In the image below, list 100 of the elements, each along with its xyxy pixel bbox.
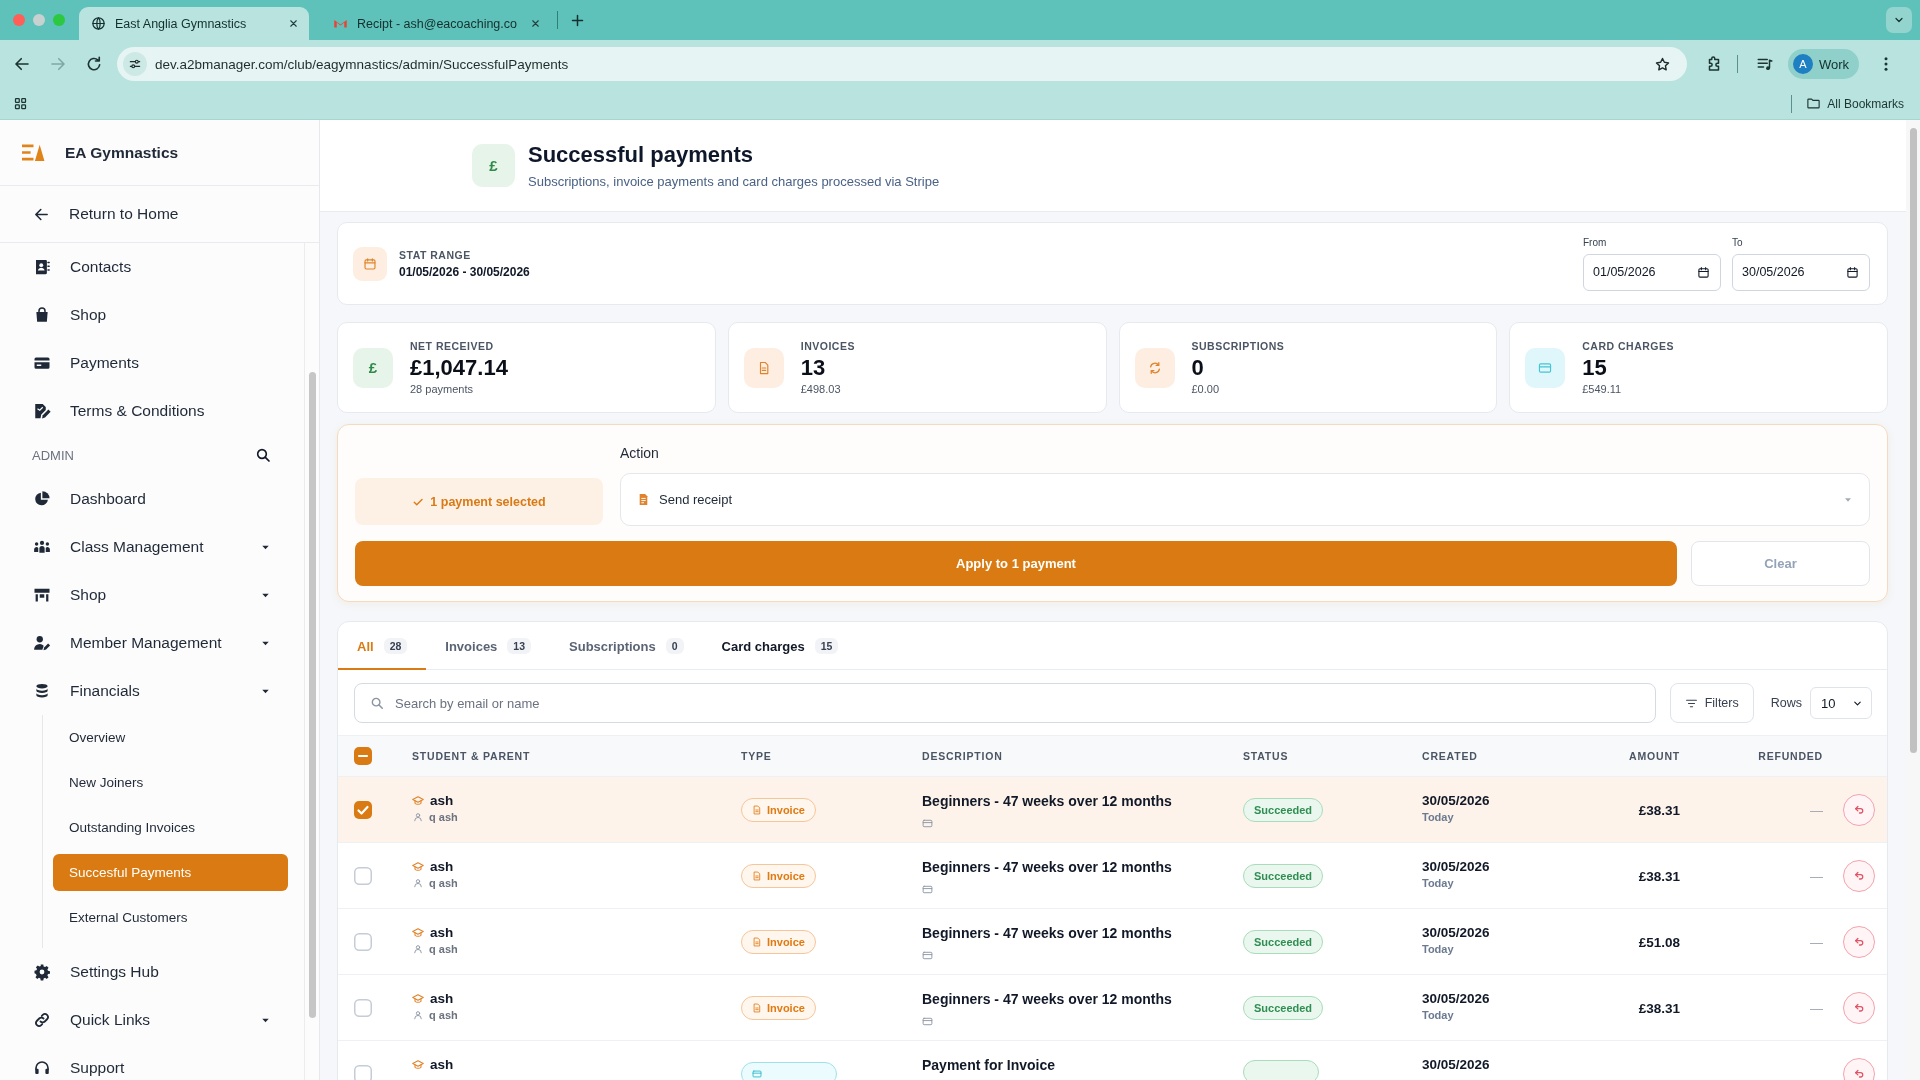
refund-button[interactable] [1843, 925, 1875, 958]
status-tag: Succeeded [1243, 797, 1324, 822]
action-select[interactable]: Send receipt [620, 473, 1870, 526]
row-checkbox[interactable] [354, 1064, 372, 1080]
reload-icon[interactable] [85, 55, 103, 73]
bookmarks-button[interactable]: All Bookmarks [1802, 96, 1908, 111]
user-icon [413, 944, 423, 954]
document-icon [752, 870, 762, 881]
nav-item[interactable]: Financials [0, 667, 304, 715]
filters-button[interactable]: Filters [1669, 683, 1754, 723]
refund-button[interactable] [1843, 1057, 1875, 1080]
search-icon[interactable] [255, 447, 271, 463]
stat-value: 13 [800, 355, 827, 381]
site-settings-icon[interactable] [123, 52, 147, 76]
calendar-icon[interactable] [1697, 265, 1710, 279]
sub-nav-item[interactable]: External Customers [53, 899, 288, 936]
action-label: Action [620, 444, 660, 463]
close-icon[interactable] [288, 18, 299, 29]
row-checkbox[interactable] [354, 800, 372, 819]
row-checkbox[interactable] [354, 866, 372, 885]
stat-detail: 28 payments [410, 382, 474, 395]
nav-item[interactable]: Quick Links [0, 996, 304, 1044]
stat-detail: £0.00 [1191, 382, 1221, 395]
date-field[interactable]: 01/05/2026 [1583, 253, 1721, 291]
sub-nav-item[interactable]: Outstanding Invoices [53, 809, 288, 846]
row-checkbox[interactable] [354, 932, 372, 951]
created-date: 30/05/2026 [1422, 991, 1491, 1006]
scrollbar-thumb[interactable] [1909, 128, 1917, 753]
refund-button[interactable] [1843, 859, 1875, 892]
sub-nav-item[interactable]: New Joiners [53, 764, 288, 801]
credit-card-icon [922, 884, 933, 895]
forward-icon[interactable] [49, 55, 67, 73]
refund-button[interactable] [1843, 991, 1875, 1024]
apps-grid-icon[interactable] [13, 96, 28, 111]
rows-select[interactable]: 10 [1810, 687, 1872, 719]
column-header: TYPE [741, 750, 773, 762]
search-icon [370, 696, 384, 710]
amount-text: £51.08 [1638, 934, 1680, 950]
amount-text: £38.31 [1638, 802, 1680, 818]
globe-icon [91, 16, 106, 31]
description-text: Beginners - 47 weeks over 12 months [922, 793, 1173, 809]
coins-icon [33, 682, 51, 700]
status-tag: Succeeded [1243, 863, 1324, 888]
parent-name: q ash [429, 943, 458, 955]
filter-tab[interactable]: All 28 [338, 622, 427, 670]
student-name: ash [430, 991, 454, 1006]
type-label: Invoice [767, 1001, 805, 1014]
credit-card-icon [752, 1068, 762, 1079]
status-tag: Succeeded [1243, 995, 1324, 1020]
nav-item[interactable]: Member Management [0, 619, 304, 667]
address-bar[interactable]: dev.a2bmanager.com/club/eagymnastics/admin/SuccessfulPayments [117, 47, 1687, 81]
document-icon [752, 804, 762, 815]
filter-tab[interactable]: Invoices 13 [426, 622, 551, 670]
nav-item[interactable]: Terms & Conditions [0, 387, 304, 435]
refund-button[interactable] [1843, 793, 1875, 826]
created-date: 30/05/2026 [1422, 859, 1491, 874]
document-icon [637, 493, 650, 506]
nav-item[interactable]: Class Management [0, 523, 304, 571]
graduation-cap-icon [412, 1058, 424, 1071]
sub-nav-item[interactable]: Overview [53, 719, 288, 756]
row-checkbox[interactable] [354, 998, 372, 1017]
browser-tab[interactable]: East Anglia Gymnastics [79, 7, 309, 40]
date-field[interactable]: 30/05/2026 [1732, 253, 1870, 291]
nav-item[interactable]: Shop [0, 571, 304, 619]
nav-item[interactable]: Dashboard [0, 475, 304, 523]
shopping-bag-icon [33, 306, 51, 324]
logo-icon[interactable] [21, 142, 45, 163]
filter-tab[interactable]: Card charges 15 [702, 622, 858, 670]
back-icon[interactable] [13, 55, 31, 73]
nav-item[interactable]: Support [0, 1044, 304, 1080]
back-link[interactable]: Return to Home [0, 186, 319, 243]
document-icon [752, 936, 762, 947]
scrollbar-thumb[interactable] [308, 372, 316, 1018]
undo-icon [1852, 1067, 1866, 1080]
calendar-icon[interactable] [1846, 265, 1859, 279]
count-badge: 13 [507, 638, 532, 654]
star-icon[interactable] [1654, 55, 1671, 73]
description-text: Beginners - 47 weeks over 12 months [922, 925, 1173, 941]
plus-icon[interactable] [570, 12, 585, 28]
search-field[interactable]: Search by email or name [354, 683, 1656, 723]
browser-tab[interactable]: Recipt - ash@eacoaching.co [321, 7, 551, 40]
user-icon [413, 812, 423, 822]
description-text: Payment for Invoice [922, 1057, 1057, 1073]
stat-detail: £498.03 [800, 382, 842, 395]
nav-item[interactable]: Payments [0, 339, 304, 387]
user-pen-icon [33, 634, 51, 652]
nav-item[interactable]: Shop [0, 291, 304, 339]
count-badge: 0 [665, 638, 684, 654]
select-all-checkbox[interactable] [354, 747, 372, 765]
currency-symbol: £ [472, 144, 515, 187]
close-icon[interactable] [530, 18, 541, 29]
credit-card-icon [922, 950, 933, 961]
chevron-down-icon[interactable] [1886, 7, 1912, 33]
undo-icon [1852, 1001, 1866, 1014]
refunded-text: — [1810, 868, 1823, 884]
profile-button[interactable]: A Work [1788, 49, 1860, 79]
storefront-icon [33, 586, 51, 604]
filter-tab[interactable]: Subscriptions 0 [550, 622, 703, 670]
nav-item[interactable]: Contacts [0, 243, 304, 291]
nav-item[interactable]: Settings Hub [0, 948, 304, 996]
